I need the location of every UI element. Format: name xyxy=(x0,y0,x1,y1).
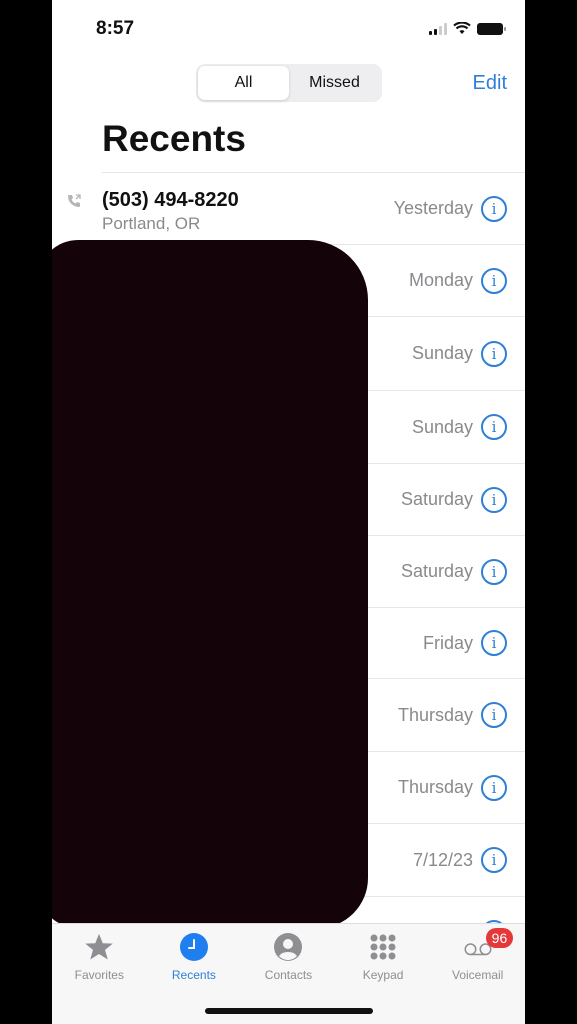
recent-call-row[interactable]: (503) 494-8220 Portland, OR Yesterday i xyxy=(68,172,525,244)
caller-name: (503) 494-8220 xyxy=(102,189,239,211)
call-date: Sunday xyxy=(411,416,473,437)
info-icon[interactable]: i xyxy=(481,847,507,873)
star-icon xyxy=(85,933,114,960)
tab-favorites[interactable]: Favorites xyxy=(52,924,147,1024)
tab-label: Recents xyxy=(171,968,216,982)
call-date: Saturday xyxy=(400,489,473,509)
person-icon xyxy=(274,933,303,961)
segment-all[interactable]: All xyxy=(198,66,289,100)
info-icon[interactable]: i xyxy=(481,702,507,728)
info-icon[interactable]: i xyxy=(481,195,507,222)
page-title: Recents xyxy=(102,118,246,159)
caller-location: Portland, OR xyxy=(102,214,201,233)
info-icon[interactable]: i xyxy=(481,267,507,294)
info-icon[interactable]: i xyxy=(481,774,507,801)
home-indicator[interactable] xyxy=(205,1008,373,1014)
info-icon[interactable]: i xyxy=(481,486,507,513)
call-date: 7/12/23 xyxy=(412,849,473,870)
status-icons xyxy=(429,22,506,35)
tab-label: Favorites xyxy=(74,968,124,982)
call-date: Thursday xyxy=(397,777,473,797)
call-date: Monday xyxy=(408,270,473,290)
outgoing-call-icon xyxy=(68,194,81,207)
call-date: Friday xyxy=(422,632,473,653)
edit-button[interactable]: Edit xyxy=(473,72,507,95)
voicemail-badge: 96 xyxy=(485,928,514,948)
info-icon[interactable]: i xyxy=(481,414,507,440)
call-date: Yesterday xyxy=(393,198,473,218)
segment-missed[interactable]: Missed xyxy=(289,66,380,100)
cellular-signal-icon xyxy=(429,22,447,35)
call-date: Thursday xyxy=(397,704,473,725)
call-date: Saturday xyxy=(400,561,473,581)
info-icon[interactable]: i xyxy=(481,558,507,585)
status-time: 8:57 xyxy=(96,18,135,39)
tab-label: Keypad xyxy=(362,968,404,982)
tab-label: Voicemail xyxy=(451,968,504,982)
filter-segmented-control: All Missed xyxy=(196,64,382,102)
clock-icon xyxy=(179,933,208,961)
info-icon[interactable]: i xyxy=(481,630,507,656)
call-date: Sunday xyxy=(411,343,473,363)
keypad-icon xyxy=(370,934,396,960)
tab-voicemail[interactable]: 96 Voicemail xyxy=(430,924,525,1024)
redaction-overlay xyxy=(52,240,368,928)
wifi-icon xyxy=(453,22,471,34)
battery-icon xyxy=(477,22,506,35)
tab-label: Contacts xyxy=(264,968,313,982)
phone-screen: 8:57 All Missed Edit Recents (503) 494-8… xyxy=(52,0,525,1024)
info-icon[interactable]: i xyxy=(481,340,507,367)
